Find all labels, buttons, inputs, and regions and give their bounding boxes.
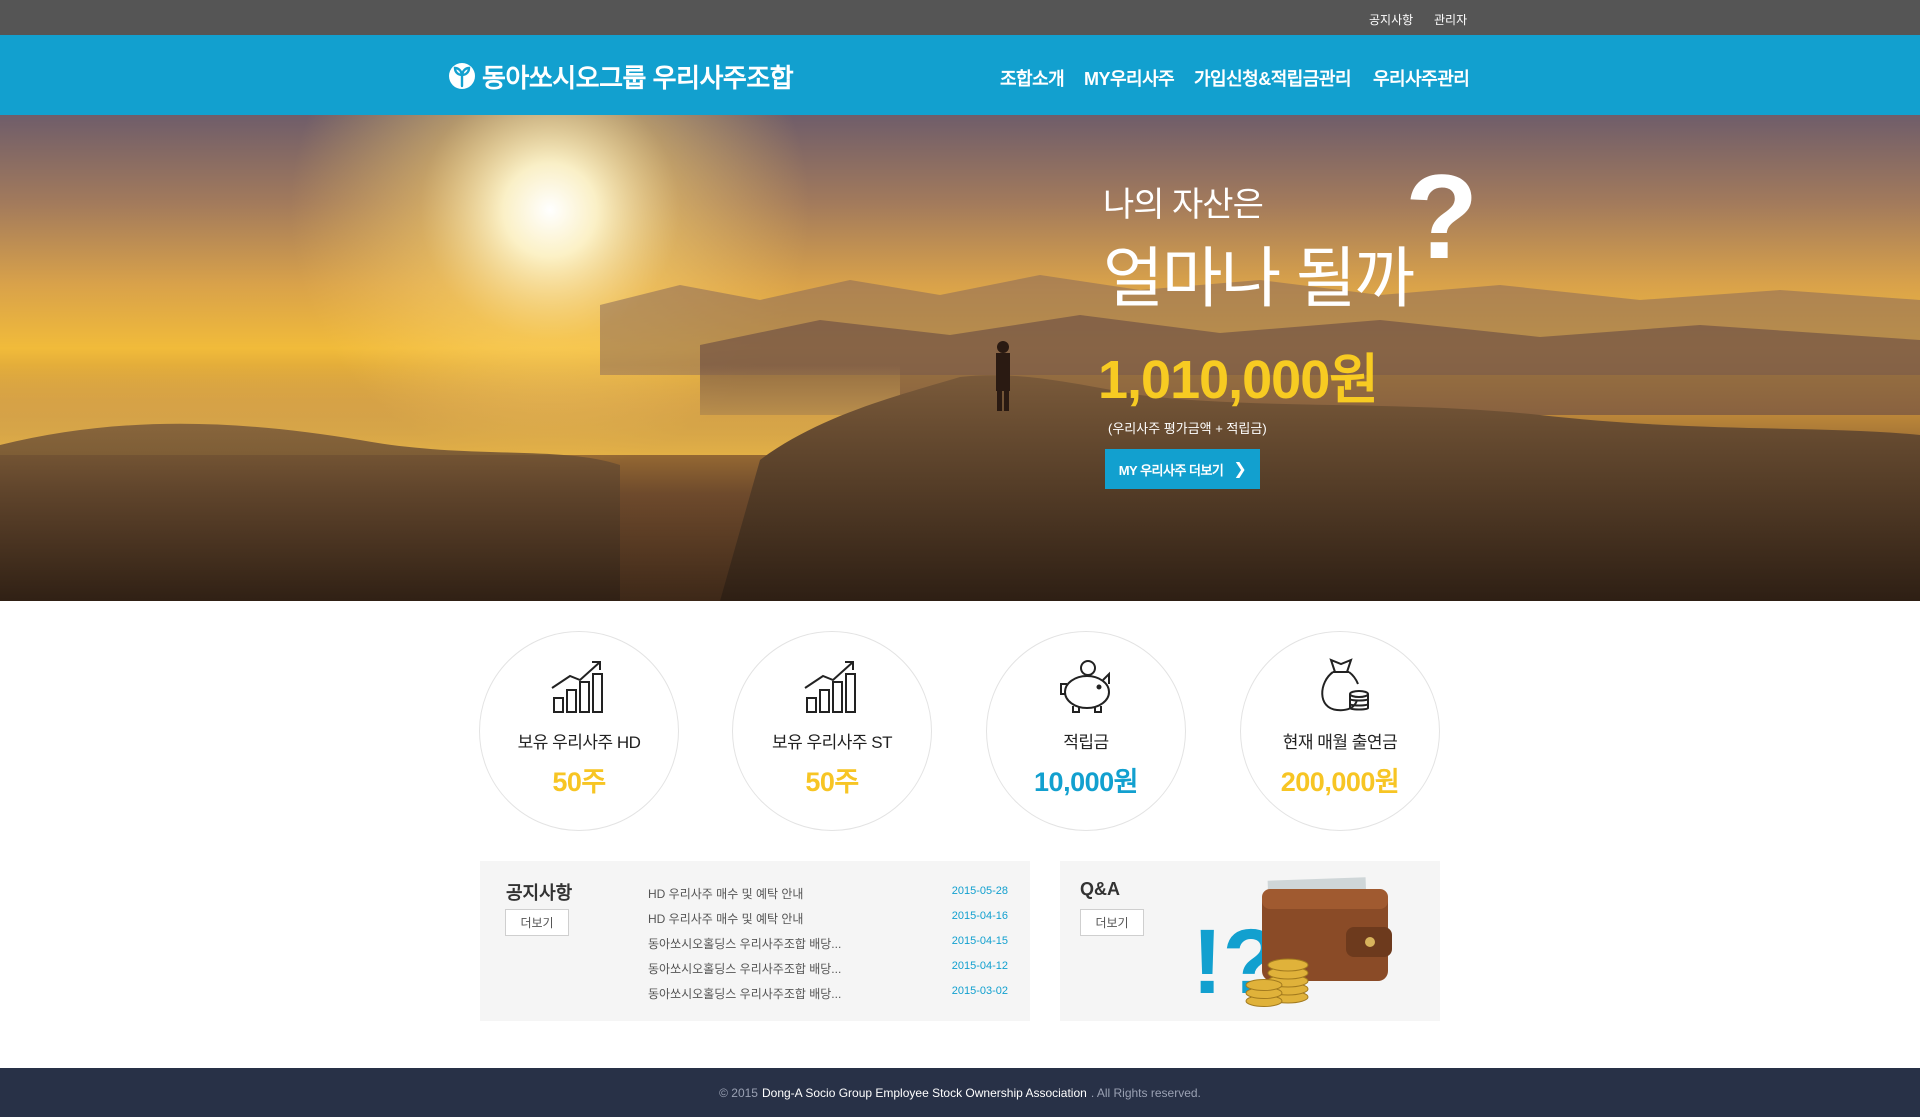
util-link-notice[interactable]: 공지사항 — [1369, 11, 1413, 28]
stat-label: 적립금 — [1063, 733, 1109, 752]
notice-list: HD 우리사주 매수 및 예탁 안내 2015-05-28 HD 우리사주 매수… — [648, 885, 1008, 1010]
notice-item-date: 2015-03-02 — [951, 985, 1008, 997]
footer-organization: Dong-A Socio Group Employee Stock Owners… — [761, 1085, 1087, 1100]
notice-item[interactable]: 동아쏘시오홀딩스 우리사주조합 배당... 2015-04-12 — [648, 960, 1008, 985]
chevron-right-icon: ❯ — [1233, 461, 1247, 478]
qna-panel: Q&A 더보기 !? — [1060, 861, 1440, 1021]
piggy-bank-icon — [1060, 660, 1110, 713]
stat-card-monthly-contribution: 현재 매월 출연금 200,000원 — [1240, 631, 1440, 831]
notice-item-title: 동아쏘시오홀딩스 우리사주조합 배당... — [648, 962, 842, 976]
stat-value: 50주 — [552, 767, 606, 797]
logo-emblem-icon — [449, 63, 475, 89]
footer-rights: . All Rights reserved. — [1090, 1085, 1201, 1100]
stat-value: 50주 — [805, 767, 859, 797]
hero-landscape-image — [0, 115, 1920, 601]
site-footer: © 2015 Dong-A Socio Group Employee Stock… — [0, 1068, 1920, 1117]
growth-chart-icon — [551, 661, 603, 713]
notice-item-title: 동아쏘시오홀딩스 우리사주조합 배당... — [648, 937, 842, 951]
stat-label: 보유 우리사주 HD — [517, 733, 641, 752]
wallet-coins-illustration: !? — [1192, 877, 1392, 1013]
qna-title: Q&A — [1080, 879, 1120, 899]
notice-item-date: 2015-04-12 — [951, 960, 1008, 972]
footer-copyright-year: © 2015 — [719, 1085, 758, 1100]
notice-item-date: 2015-05-28 — [951, 885, 1008, 897]
qna-more-button[interactable]: 더보기 — [1080, 909, 1144, 936]
notice-item-title: HD 우리사주 매수 및 예탁 안내 — [648, 912, 804, 926]
stat-value: 10,000원 — [1034, 767, 1138, 797]
stat-label: 현재 매월 출연금 — [1282, 733, 1398, 752]
my-stock-more-button[interactable]: MY 우리사주 더보기 ❯ — [1105, 449, 1260, 489]
stat-card-savings: 적립금 10,000원 — [986, 631, 1186, 831]
notice-item-date: 2015-04-15 — [951, 935, 1008, 947]
nav-item-stock-management[interactable]: 우리사주관리 — [1373, 65, 1470, 91]
nav-item-my-stock[interactable]: MY우리사주 — [1084, 65, 1175, 91]
notice-item[interactable]: HD 우리사주 매수 및 예탁 안내 2015-05-28 — [648, 885, 1008, 910]
hero-heading-line2: 얼마나 될까 — [1103, 241, 1415, 315]
nav-item-about[interactable]: 조합소개 — [1000, 65, 1065, 91]
hero-heading-line1: 나의 자산은 — [1103, 186, 1264, 224]
stat-card-hd-shares: 보유 우리사주 HD 50주 — [479, 631, 679, 831]
top-utility-bar: 공지사항 관리자 — [0, 0, 1920, 35]
stat-label: 보유 우리사주 ST — [771, 733, 893, 752]
site-logo[interactable]: 동아쏘시오그룹 우리사주조합 — [448, 59, 794, 93]
money-bag-icon — [1321, 658, 1369, 712]
notice-item-title: 동아쏘시오홀딩스 우리사주조합 배당... — [648, 987, 842, 1001]
notice-item-date: 2015-04-16 — [951, 910, 1008, 922]
my-stock-more-label: MY 우리사주 더보기 — [1118, 462, 1224, 478]
nav-item-signup-savings[interactable]: 가입신청&적립금관리 — [1194, 65, 1352, 91]
stat-card-st-shares: 보유 우리사주 ST 50주 — [732, 631, 932, 831]
util-link-admin[interactable]: 관리자 — [1434, 11, 1467, 28]
notice-title: 공지사항 — [506, 883, 573, 903]
logo-text: 동아쏘시오그룹 우리사주조합 — [482, 62, 794, 93]
growth-chart-icon — [804, 661, 856, 713]
hero-amount-note: (우리사주 평가금액 + 적립금) — [1108, 421, 1267, 436]
notice-more-button[interactable]: 더보기 — [505, 909, 569, 936]
stat-value: 200,000원 — [1280, 767, 1400, 797]
notice-item-title: HD 우리사주 매수 및 예탁 안내 — [648, 887, 804, 901]
notice-item[interactable]: 동아쏘시오홀딩스 우리사주조합 배당... 2015-03-02 — [648, 985, 1008, 1010]
notice-item[interactable]: HD 우리사주 매수 및 예탁 안내 2015-04-16 — [648, 910, 1008, 935]
notice-board: 공지사항 더보기 HD 우리사주 매수 및 예탁 안내 2015-05-28 H… — [480, 861, 1030, 1021]
main-header: 동아쏘시오그룹 우리사주조합 조합소개 MY우리사주 가입신청&적립금관리 우리… — [0, 35, 1920, 115]
hero-banner: 나의 자산은 얼마나 될까 ? 1,010,000원 (우리사주 평가금액 + … — [0, 115, 1920, 601]
hero-asset-amount: 1,010,000원 — [1098, 350, 1379, 410]
notice-item[interactable]: 동아쏘시오홀딩스 우리사주조합 배당... 2015-04-15 — [648, 935, 1008, 960]
hero-question-mark: ? — [1405, 150, 1479, 284]
